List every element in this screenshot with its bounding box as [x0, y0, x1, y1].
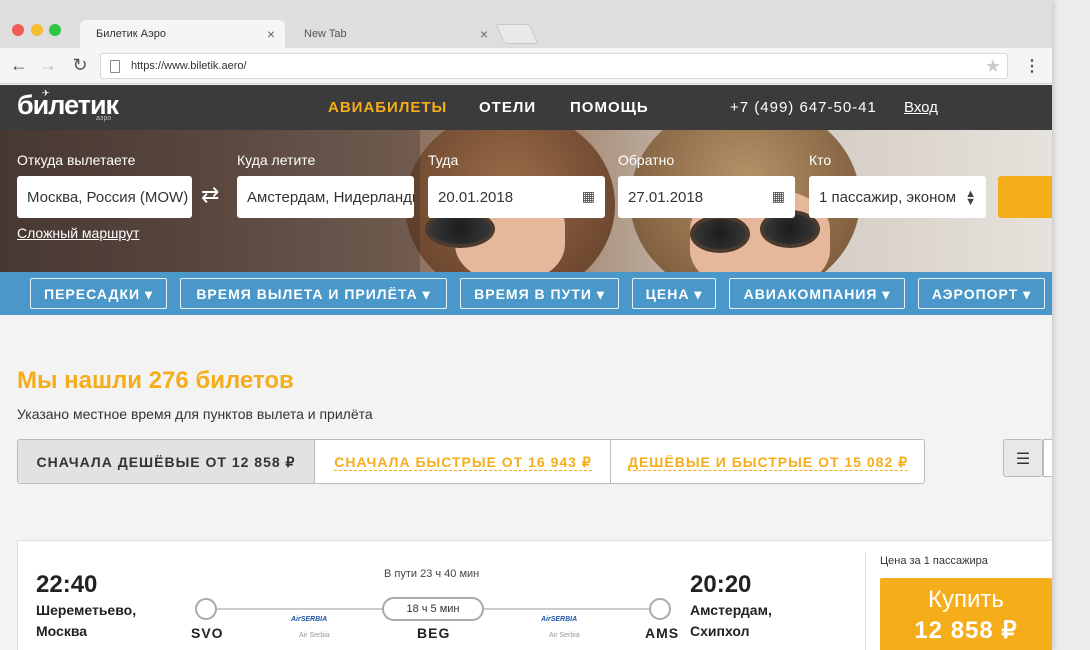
return-label: Обратно: [618, 152, 675, 168]
transfer-code: BEG: [417, 625, 451, 641]
arrival-city: Амстердам,: [690, 602, 772, 618]
local-time-note: Указано местное время для пунктов вылета…: [17, 406, 373, 422]
search-hero: Откуда вылетаете Москва, Россия (MOW) ⇄ …: [0, 130, 1052, 272]
login-link[interactable]: Вход: [904, 99, 938, 116]
bookmark-star-icon[interactable]: ★: [985, 56, 1001, 77]
buy-button[interactable]: Купить 12 858 ₽: [880, 578, 1052, 650]
destination-code: AMS: [645, 625, 680, 641]
nav-flights[interactable]: АВИАБИЛЕТЫ: [328, 99, 447, 116]
origin-code: SVO: [191, 625, 224, 641]
price-per-passenger-note: Цена за 1 пассажира: [880, 555, 988, 567]
departure-city: Москва: [36, 623, 88, 639]
to-input[interactable]: Амстердам, Нидерланды: [237, 176, 414, 218]
tab-new-tab[interactable]: New Tab ×: [288, 20, 498, 48]
grid-view-button[interactable]: [1043, 439, 1052, 477]
arrival-airport: Схипхол: [690, 623, 750, 639]
airline-logo: AirSERBIA: [541, 616, 578, 623]
filter-travel-time[interactable]: ВРЕМЯ В ПУТИ ▾: [460, 278, 619, 309]
maximize-window-button[interactable]: [49, 24, 61, 36]
complex-route-link[interactable]: Сложный маршрут: [17, 225, 139, 241]
tab-biletik[interactable]: Билетик Аэро ×: [80, 20, 285, 48]
close-window-button[interactable]: [12, 24, 24, 36]
airline-name: Air Serbia: [549, 632, 580, 639]
tab-close-icon[interactable]: ×: [480, 26, 488, 42]
forward-arrow-icon[interactable]: →: [38, 55, 58, 76]
depart-date-input[interactable]: 20.01.2018 ▦: [428, 176, 605, 218]
calendar-icon[interactable]: ▦: [582, 188, 595, 205]
back-arrow-icon[interactable]: ←: [9, 55, 29, 76]
reload-icon[interactable]: ↻: [70, 55, 90, 76]
sort-fastest[interactable]: СНАЧАЛА БЫСТРЫЕ ОТ 16 943 ₽: [316, 440, 611, 483]
tab-title: Билетик Аэро: [96, 28, 167, 40]
filter-transfers[interactable]: ПЕРЕСАДКИ ▾: [30, 278, 167, 309]
nav-help[interactable]: ПОМОЩЬ: [570, 99, 649, 116]
tab-strip: Билетик Аэро × New Tab ×: [0, 0, 1052, 48]
swap-icon[interactable]: ⇄: [201, 182, 219, 208]
list-view-icon[interactable]: ☰: [1003, 439, 1043, 477]
browser-toolbar: ← → ↻ https://www.biletik.aero/ ★ ⋮: [0, 48, 1052, 84]
phone-number[interactable]: +7 (499) 647-50-41: [730, 99, 877, 116]
new-tab-button[interactable]: [495, 24, 539, 44]
tab-close-icon[interactable]: ×: [267, 26, 275, 42]
filter-airline[interactable]: АВИАКОМПАНИЯ ▾: [729, 278, 905, 309]
arrival-time: 20:20: [690, 571, 752, 598]
site-header: билетик ✈ аэро АВИАБИЛЕТЫ ОТЕЛИ ПОМОЩЬ +…: [0, 85, 1052, 130]
tab-title: New Tab: [304, 28, 347, 40]
travel-duration: В пути 23 ч 40 мин: [384, 568, 480, 580]
hero-photo-goggle: [690, 215, 750, 253]
sort-tabs: СНАЧАЛА ДЕШЁВЫЕ ОТ 12 858 ₽ СНАЧАЛА БЫСТ…: [17, 439, 925, 484]
to-label: Куда летите: [237, 152, 316, 168]
departure-time: 22:40: [36, 571, 98, 598]
from-input[interactable]: Москва, Россия (MOW): [17, 176, 192, 218]
depart-date-value: 20.01.2018: [438, 189, 514, 206]
plane-icon: ✈: [42, 88, 50, 98]
from-label: Откуда вылетаете: [17, 152, 136, 168]
origin-dot: [195, 598, 217, 620]
browser-menu-icon[interactable]: ⋮: [1024, 56, 1040, 76]
sort-fastest-label: СНАЧАЛА БЫСТРЫЕ ОТ 16 943 ₽: [334, 454, 592, 471]
nav-hotels[interactable]: ОТЕЛИ: [479, 99, 536, 116]
passengers-value: 1 пассажир, эконом: [819, 189, 957, 206]
depart-label: Туда: [428, 152, 459, 168]
search-button[interactable]: [998, 176, 1052, 218]
ticket-price: 12 858 ₽: [914, 617, 1018, 644]
departure-airport: Шереметьево,: [36, 602, 137, 618]
return-date-value: 27.01.2018: [628, 189, 704, 206]
buy-label: Купить: [928, 586, 1004, 613]
sort-cheap-fast-label: ДЕШЁВЫЕ И БЫСТРЫЕ ОТ 15 082 ₽: [627, 454, 909, 471]
airline-name: Air Serbia: [299, 632, 330, 639]
filter-airport[interactable]: АЭРОПОРТ ▾: [918, 278, 1045, 309]
page-icon: [110, 60, 120, 73]
return-date-input[interactable]: 27.01.2018 ▦: [618, 176, 795, 218]
airline-logo: AirSERBIA: [291, 616, 328, 623]
sort-cheapest[interactable]: СНАЧАЛА ДЕШЁВЫЕ ОТ 12 858 ₽: [18, 440, 315, 483]
results-count-heading: Мы нашли 276 билетов: [17, 367, 294, 394]
passengers-select[interactable]: 1 пассажир, эконом ▲ ▼: [809, 176, 986, 218]
url-text[interactable]: https://www.biletik.aero/: [131, 60, 247, 72]
sort-cheap-and-fast[interactable]: ДЕШЁВЫЕ И БЫСТРЫЕ ОТ 15 082 ₽: [612, 440, 924, 483]
minimize-window-button[interactable]: [31, 24, 43, 36]
filter-departure-arrival-time[interactable]: ВРЕМЯ ВЫЛЕТА И ПРИЛЁТА ▾: [180, 278, 447, 309]
filter-bar: ПЕРЕСАДКИ ▾ ВРЕМЯ ВЫЛЕТА И ПРИЛЁТА ▾ ВРЕ…: [0, 272, 1052, 315]
layover-duration: 18 ч 5 мин: [382, 597, 484, 621]
select-arrows-icon: ▲ ▼: [965, 188, 976, 208]
logo-subtitle: аэро: [96, 115, 112, 122]
address-bar[interactable]: https://www.biletik.aero/ ★: [100, 53, 1008, 79]
filter-price[interactable]: ЦЕНА ▾: [632, 278, 716, 309]
browser-window: Билетик Аэро × New Tab × ← → ↻ https://w…: [0, 0, 1052, 650]
card-divider: [865, 552, 866, 650]
calendar-icon[interactable]: ▦: [772, 188, 785, 205]
who-label: Кто: [809, 152, 832, 168]
destination-dot: [649, 598, 671, 620]
